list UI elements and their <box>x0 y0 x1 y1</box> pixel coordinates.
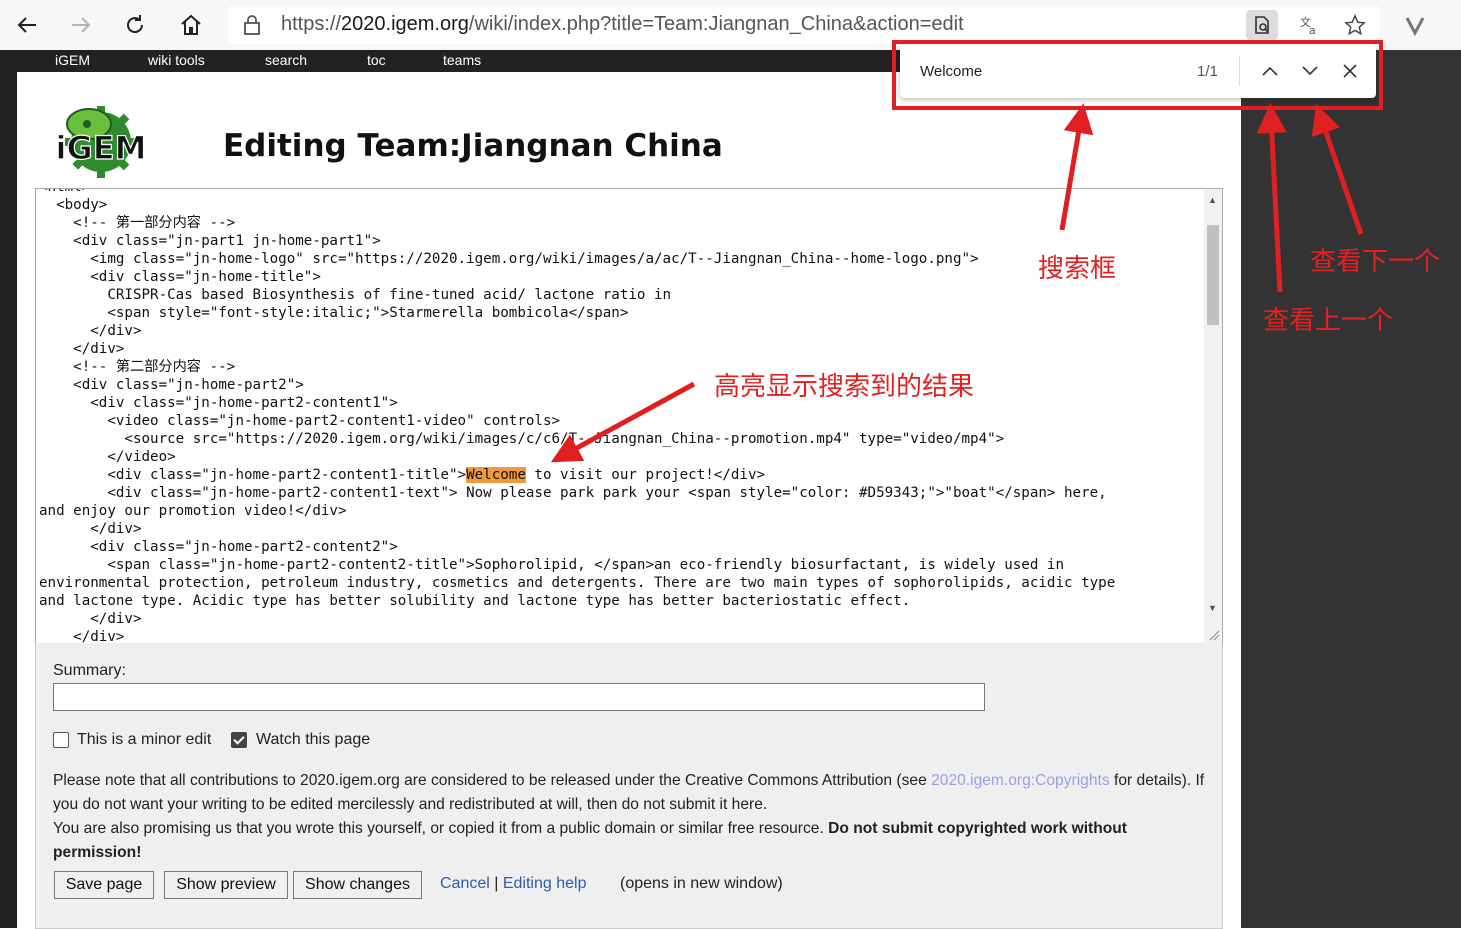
code-line: </div> <box>90 611 142 627</box>
menu-item-teams[interactable]: teams <box>443 52 481 68</box>
menu-item-search[interactable]: search <box>265 52 307 68</box>
code-line: </div> <box>73 341 125 357</box>
igem-logo: iGEM <box>55 106 147 178</box>
annotation-box <box>892 40 1383 110</box>
code-line: <html> <box>39 189 90 195</box>
forward-icon[interactable] <box>62 6 100 44</box>
svg-text:iGEM: iGEM <box>56 129 147 167</box>
scroll-thumb[interactable] <box>1207 225 1219 325</box>
annotation-next: 查看下一个 <box>1310 247 1441 277</box>
menu-item-toc[interactable]: toc <box>367 52 386 68</box>
code-line: </div> <box>90 323 142 339</box>
code-line: <div class="jn-home-title"> <box>90 269 321 285</box>
cancel-link[interactable]: Cancel <box>440 875 490 892</box>
search-highlight: Welcome <box>466 467 526 483</box>
summary-label: Summary: <box>53 662 126 679</box>
lock-icon[interactable] <box>242 14 262 41</box>
code-line: <!-- 第一部分内容 --> <box>73 215 236 231</box>
code-line: CRISPR-Cas based Biosynthesis of fine-tu… <box>107 287 672 303</box>
editor-scrollbar[interactable]: ▲ ▼ <box>1204 189 1222 644</box>
code-line: <div class="jn-home-part2-content1"> <box>90 395 398 411</box>
code-line: <body> <box>56 197 108 213</box>
refresh-icon[interactable] <box>116 6 154 44</box>
notice-text-1: Please note that all contributions to 20… <box>53 772 932 789</box>
edit-form: Summary: This is a minor edit Watch this… <box>35 643 1223 929</box>
code-line: environmental protection, petroleum indu… <box>39 575 1116 591</box>
translate-icon[interactable]: 文a <box>1294 10 1326 40</box>
minor-edit-checkbox[interactable] <box>53 732 69 748</box>
extension-icon[interactable] <box>1396 6 1434 44</box>
page-content: iGEM Editing Team:Jiangnan China <html> … <box>17 72 1241 929</box>
scroll-up-icon[interactable]: ▲ <box>1208 195 1217 205</box>
page-title: Editing Team:Jiangnan China <box>223 128 723 164</box>
favorite-star-icon[interactable] <box>1339 10 1371 40</box>
code-line: <div class="jn-home-part2-content2"> <box>90 539 398 555</box>
link-separator: | <box>489 875 503 892</box>
address-bar[interactable]: https://2020.igem.org/wiki/index.php?tit… <box>228 6 1380 44</box>
edit-links: Cancel | Editing help <box>440 875 586 893</box>
watch-page-label: Watch this page <box>256 731 371 748</box>
copyright-notice: Please note that all contributions to 20… <box>53 769 1209 865</box>
url-text: https://2020.igem.org/wiki/index.php?tit… <box>281 13 964 35</box>
code-line: <div class="jn-part1 jn-home-part1"> <box>73 233 381 249</box>
menu-item-igem[interactable]: iGEM <box>55 52 90 68</box>
code-line: and enjoy our promotion video!</div> <box>39 503 347 519</box>
code-line: and lactone type. Acidic type has better… <box>39 593 911 609</box>
notice-text-3: You are also promising us that you wrote… <box>53 820 829 837</box>
code-line: <!-- 第二部分内容 --> <box>73 359 236 375</box>
code-line: <div class="jn-home-part2-content1-text"… <box>107 485 1107 501</box>
code-line: <img class="jn-home-logo" src="https://2… <box>90 251 979 267</box>
help-note: (opens in new window) <box>620 875 783 892</box>
resize-grip-icon[interactable] <box>1208 629 1220 641</box>
editor-code[interactable]: <html> <body> <!-- 第一部分内容 --> <div class… <box>39 189 1199 644</box>
summary-input[interactable] <box>53 683 985 711</box>
code-line: <div class="jn-home-part2-content1-title… <box>39 467 766 483</box>
code-line: <video class="jn-home-part2-content1-vid… <box>107 413 561 429</box>
frame-left <box>0 50 17 928</box>
scroll-down-icon[interactable]: ▼ <box>1208 603 1217 613</box>
copyrights-link[interactable]: 2020.igem.org:Copyrights <box>931 772 1110 789</box>
frame-right <box>1241 50 1461 928</box>
show-preview-button[interactable]: Show preview <box>164 871 288 899</box>
save-page-button[interactable]: Save page <box>54 871 154 899</box>
code-line: <span style="font-style:italic;">Starmer… <box>107 305 629 321</box>
editing-help-link[interactable]: Editing help <box>503 875 587 892</box>
code-line: <span class="jn-home-part2-content2-titl… <box>107 557 1064 573</box>
annotation-previous: 查看上一个 <box>1263 306 1394 336</box>
home-icon[interactable] <box>172 6 210 44</box>
minor-edit-label: This is a minor edit <box>77 731 212 748</box>
code-line: <source src="https://2020.igem.org/wiki/… <box>124 431 1005 447</box>
back-icon[interactable] <box>8 6 46 44</box>
annotation-highlight: 高亮显示搜索到的结果 <box>714 372 975 402</box>
svg-text:a: a <box>1309 24 1316 36</box>
annotation-search-box: 搜索框 <box>1038 254 1117 284</box>
menu-item-wiki-tools[interactable]: wiki tools <box>148 52 205 68</box>
code-line: </div> <box>90 521 142 537</box>
watch-page-checkbox[interactable] <box>231 732 247 748</box>
find-on-page-icon[interactable] <box>1246 10 1278 40</box>
code-line: <div class="jn-home-part2"> <box>73 377 304 393</box>
code-line: </video> <box>107 449 176 465</box>
show-changes-button[interactable]: Show changes <box>293 871 422 899</box>
